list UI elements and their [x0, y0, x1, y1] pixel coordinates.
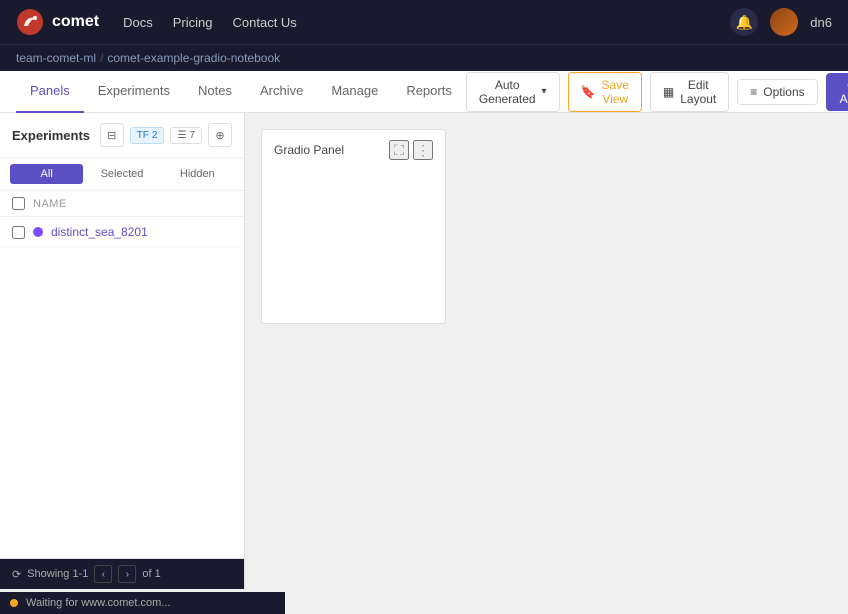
- menu-icon: ⋮: [416, 142, 430, 159]
- table-row: distinct_sea_8201: [0, 217, 244, 248]
- tab-bar: Panels Experiments Notes Archive Manage …: [0, 71, 848, 113]
- more-icon: ⊕: [215, 129, 224, 142]
- navbar-right: 🔔 dn6: [730, 8, 832, 36]
- tab-panels[interactable]: Panels: [16, 71, 84, 113]
- save-view-button[interactable]: 🔖 Save View: [568, 72, 642, 112]
- list-count: 7: [189, 130, 195, 141]
- panel-area: Gradio Panel ⛶ ⋮: [245, 113, 848, 589]
- navbar: comet Docs Pricing Contact Us 🔔 dn6: [0, 0, 848, 44]
- next-button[interactable]: ›: [118, 565, 136, 583]
- panel-card-controls: ⛶ ⋮: [389, 140, 433, 160]
- exp-name-link[interactable]: distinct_sea_8201: [51, 225, 148, 239]
- options-label: Options: [763, 85, 804, 99]
- nav-link-pricing[interactable]: Pricing: [173, 15, 213, 30]
- status-indicator: [10, 599, 18, 607]
- loading-icon: ⟳: [12, 568, 21, 581]
- lines-icon: ≡: [750, 85, 757, 99]
- sidebar-header: Experiments ⊟ TF 2 ☰ 7 ⊕: [0, 113, 244, 158]
- list-badge-button[interactable]: ☰ 7: [170, 127, 202, 144]
- tab-archive[interactable]: Archive: [246, 71, 317, 113]
- panel-card-header: Gradio Panel ⛶ ⋮: [262, 130, 445, 170]
- notification-button[interactable]: 🔔: [730, 8, 758, 36]
- exp-list: distinct_sea_8201: [0, 217, 244, 558]
- exp-checkbox[interactable]: [12, 226, 25, 239]
- footer-of: of 1: [142, 568, 160, 580]
- exp-color-dot: [33, 227, 43, 237]
- footer-nav: ⟳ Showing 1-1 ‹ › of 1: [12, 565, 161, 583]
- sidebar-footer: ⟳ Showing 1-1 ‹ › of 1: [0, 558, 244, 589]
- tab-notes[interactable]: Notes: [184, 71, 246, 113]
- brand-name: comet: [52, 13, 99, 31]
- status-bar: Waiting for www.comet.com...: [0, 592, 285, 614]
- nav-link-contact[interactable]: Contact Us: [233, 15, 297, 30]
- list-icon: ☰: [177, 130, 186, 141]
- tab-actions: Auto Generated ▾ 🔖 Save View ▦ Edit Layo…: [466, 72, 848, 112]
- exp-list-header: NAME: [0, 191, 244, 217]
- brand-logo-area[interactable]: comet: [16, 8, 99, 36]
- prev-button[interactable]: ‹: [94, 565, 112, 583]
- filter-icon: ⊟: [107, 129, 116, 142]
- tf-badge-button[interactable]: TF 2: [130, 127, 165, 144]
- sidebar: Experiments ⊟ TF 2 ☰ 7 ⊕ All Sel: [0, 113, 245, 589]
- add-label: + Add: [840, 78, 848, 106]
- expand-button[interactable]: ⛶: [389, 140, 409, 160]
- options-button[interactable]: ≡ Options: [737, 79, 817, 105]
- expand-icon: ⛶: [394, 142, 404, 159]
- avatar-image: [770, 8, 798, 36]
- sidebar-controls: ⊟ TF 2 ☰ 7 ⊕: [100, 123, 232, 147]
- chevron-down-icon: ▾: [542, 86, 547, 97]
- filter-tab-selected[interactable]: Selected: [85, 164, 158, 184]
- footer-showing: Showing 1-1: [27, 568, 88, 580]
- nav-links: Docs Pricing Contact Us: [123, 15, 706, 30]
- sidebar-title: Experiments: [12, 128, 90, 143]
- breadcrumb-child[interactable]: comet-example-gradio-notebook: [107, 51, 280, 65]
- more-button[interactable]: ⊕: [208, 123, 232, 147]
- auto-generated-dropdown[interactable]: Auto Generated ▾: [466, 72, 560, 112]
- filter-button[interactable]: ⊟: [100, 123, 124, 147]
- breadcrumb-separator: /: [100, 51, 103, 65]
- panel-menu-button[interactable]: ⋮: [413, 140, 433, 160]
- filter-tab-hidden[interactable]: Hidden: [161, 164, 234, 184]
- tf-label: TF: [137, 130, 149, 141]
- edit-layout-button[interactable]: ▦ Edit Layout: [650, 72, 729, 112]
- auto-generated-label: Auto Generated: [479, 78, 536, 106]
- add-button[interactable]: + Add: [826, 73, 848, 111]
- save-view-label: Save View: [602, 78, 629, 106]
- bookmark-icon: 🔖: [581, 85, 596, 99]
- comet-logo: [16, 8, 44, 36]
- breadcrumb: team-comet-ml / comet-example-gradio-not…: [0, 44, 848, 71]
- gradio-panel-card: Gradio Panel ⛶ ⋮: [261, 129, 446, 324]
- panel-title: Gradio Panel: [274, 143, 344, 157]
- username: dn6: [810, 15, 832, 30]
- tf-count: 2: [152, 130, 158, 141]
- grid-icon: ▦: [663, 85, 674, 99]
- breadcrumb-parent[interactable]: team-comet-ml: [16, 51, 96, 65]
- tab-experiments[interactable]: Experiments: [84, 71, 184, 113]
- name-column-header: NAME: [33, 198, 67, 210]
- edit-layout-label: Edit Layout: [680, 78, 716, 106]
- notification-icon: 🔔: [736, 14, 753, 31]
- avatar[interactable]: [770, 8, 798, 36]
- status-text: Waiting for www.comet.com...: [26, 597, 170, 609]
- main-content: Experiments ⊟ TF 2 ☰ 7 ⊕ All Sel: [0, 113, 848, 589]
- panel-card-body: [262, 170, 445, 323]
- tab-reports[interactable]: Reports: [392, 71, 466, 113]
- nav-link-docs[interactable]: Docs: [123, 15, 153, 30]
- filter-tab-all[interactable]: All: [10, 164, 83, 184]
- filter-tabs: All Selected Hidden: [0, 158, 244, 191]
- select-all-checkbox[interactable]: [12, 197, 25, 210]
- tab-manage[interactable]: Manage: [317, 71, 392, 113]
